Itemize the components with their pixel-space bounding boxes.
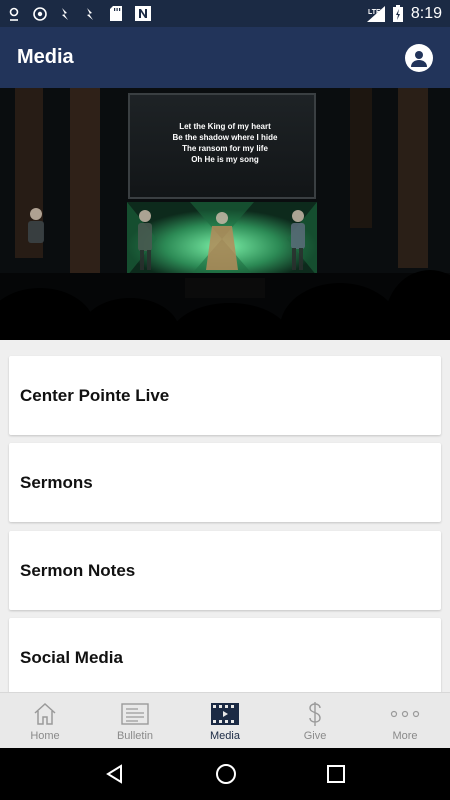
bottom-tab-bar: Home Bulletin Media Give More bbox=[0, 692, 450, 748]
hero-image: Let the King of my heart Be the shadow w… bbox=[0, 88, 450, 340]
page-title: Media bbox=[17, 46, 74, 68]
tab-home[interactable]: Home bbox=[0, 693, 90, 748]
system-nav-bar bbox=[0, 748, 450, 800]
app-bar: Media bbox=[0, 27, 450, 88]
home-icon bbox=[32, 701, 58, 727]
svg-text:LTE: LTE bbox=[368, 9, 381, 16]
tab-bulletin[interactable]: Bulletin bbox=[90, 693, 180, 748]
notification-icon bbox=[62, 7, 68, 20]
sd-card-icon bbox=[110, 6, 122, 21]
status-time: 8:19 bbox=[410, 4, 442, 22]
status-icons bbox=[8, 6, 151, 21]
status-bar: LTE 8:19 bbox=[0, 0, 450, 27]
dollar-icon bbox=[307, 701, 323, 727]
back-icon[interactable] bbox=[105, 764, 125, 784]
signal-icon: LTE bbox=[366, 5, 385, 22]
n-icon bbox=[135, 6, 151, 21]
list-item-center-pointe-live[interactable]: Center Pointe Live bbox=[9, 356, 441, 435]
media-icon bbox=[211, 701, 239, 727]
list-item-sermon-notes[interactable]: Sermon Notes bbox=[9, 531, 441, 610]
more-icon bbox=[390, 701, 420, 727]
lyrics-text: Let the King of my heart Be the shadow w… bbox=[172, 122, 278, 164]
profile-icon bbox=[411, 50, 427, 67]
tab-more[interactable]: More bbox=[360, 693, 450, 748]
sports-icon bbox=[33, 6, 47, 21]
profile-button[interactable] bbox=[405, 43, 433, 72]
tab-give[interactable]: Give bbox=[270, 693, 360, 748]
location-icon bbox=[9, 7, 19, 21]
tab-media[interactable]: Media bbox=[180, 693, 270, 748]
list-item-sermons[interactable]: Sermons bbox=[9, 443, 441, 522]
media-list: Center Pointe Live Sermons Sermon Notes … bbox=[0, 340, 450, 692]
home-circle-icon[interactable] bbox=[215, 763, 237, 785]
battery-icon bbox=[392, 5, 403, 22]
list-item-social-media[interactable]: Social Media bbox=[9, 618, 441, 692]
notification-icon-2 bbox=[87, 7, 93, 20]
bulletin-icon bbox=[121, 701, 149, 727]
status-right: LTE 8:19 bbox=[366, 4, 442, 23]
recents-icon[interactable] bbox=[327, 765, 345, 783]
